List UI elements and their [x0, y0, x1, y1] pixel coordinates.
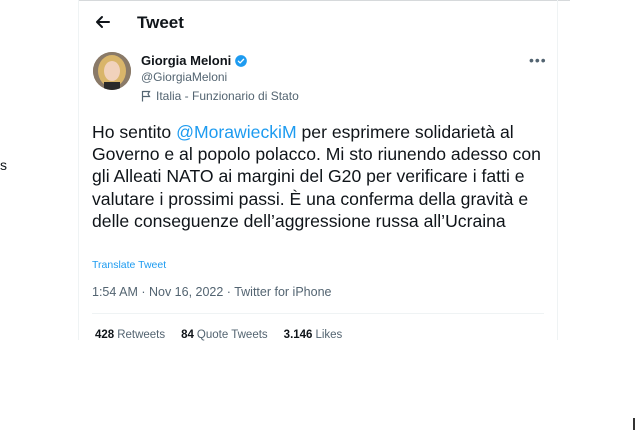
page-title: Tweet — [137, 13, 184, 32]
stats-divider — [92, 313, 544, 314]
likes-label: Likes — [315, 329, 343, 341]
likes-count: 3.146 — [283, 329, 313, 341]
likes-stat[interactable]: 3.146 Likes — [284, 329, 343, 341]
left-edge-text: s — [0, 157, 7, 173]
retweets-count: 428 — [95, 329, 115, 341]
right-edge-artifact — [633, 418, 635, 430]
translate-tweet-link[interactable]: Translate Tweet — [92, 259, 166, 271]
tweet-stats: 428 Retweets 84 Quote Tweets 3.146 Likes — [95, 329, 342, 341]
retweets-stat[interactable]: 428 Retweets — [95, 329, 165, 341]
tweet-text-before: Ho sentito — [92, 122, 177, 142]
mention-link[interactable]: @MorawieckiM — [176, 122, 297, 142]
quote-tweets-label: Quote Tweets — [196, 329, 268, 341]
avatar[interactable] — [93, 52, 131, 90]
quote-tweets-count: 84 — [181, 329, 194, 341]
tweet-timestamp[interactable]: 1:54 AM · Nov 16, 2022 · Twitter for iPh… — [92, 285, 331, 299]
tweet-column: Tweet Giorgia Meloni @GiorgiaMeloni Ital… — [78, 0, 558, 341]
author-name-text[interactable]: Giorgia Meloni — [141, 53, 231, 68]
account-label: Italia - Funzionario di Stato — [141, 89, 299, 103]
more-options-icon[interactable]: ••• — [529, 52, 547, 68]
author-handle[interactable]: @GiorgiaMeloni — [141, 70, 227, 84]
retweets-label: Retweets — [117, 329, 166, 341]
account-label-text: Italia - Funzionario di Stato — [156, 89, 299, 103]
verified-badge-icon — [235, 54, 248, 67]
tweet-header: Tweet — [79, 0, 557, 46]
flag-icon — [141, 90, 151, 102]
tweet-text: Ho sentito @MorawieckiM per esprimere so… — [92, 121, 552, 232]
author-name[interactable]: Giorgia Meloni — [141, 53, 248, 68]
quote-tweets-stat[interactable]: 84 Quote Tweets — [181, 329, 268, 341]
back-arrow-icon[interactable] — [93, 12, 113, 32]
